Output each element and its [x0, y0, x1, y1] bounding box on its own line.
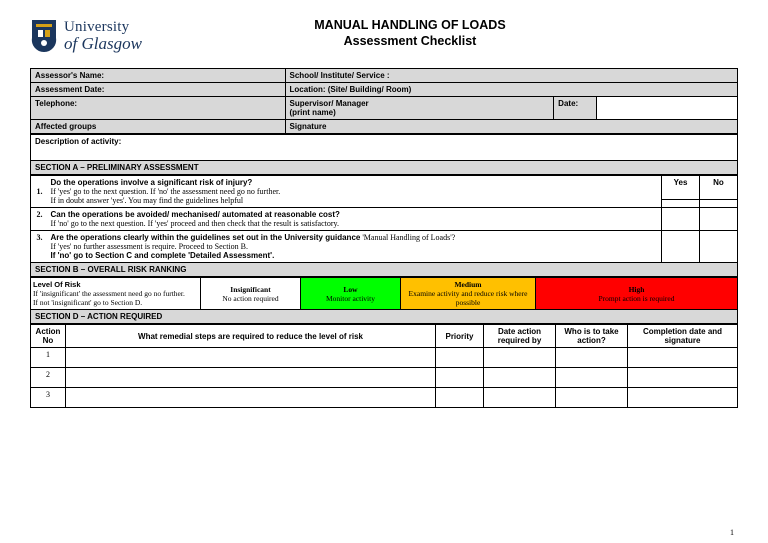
col-priority: Priority	[436, 325, 484, 348]
title-line2: Assessment Checklist	[142, 34, 678, 50]
q3-sub2: If 'no' go to Section C and complete 'De…	[51, 251, 658, 260]
r3-no: 3	[31, 388, 66, 408]
lbl-date2: Date:	[554, 97, 596, 120]
lbl-desc[interactable]: Description of activity:	[31, 135, 738, 161]
section-a-head: SECTION A – PRELIMINARY ASSESSMENT	[31, 161, 738, 175]
q3-num: 3.	[31, 231, 47, 263]
q3-no[interactable]	[700, 231, 738, 263]
lvl-s1: If 'insignificant' the assessment need g…	[33, 289, 198, 298]
q2-yes[interactable]	[662, 208, 700, 231]
insig-s: No action required	[222, 294, 278, 303]
logo-text-bottom: of Glasgow	[64, 35, 142, 52]
risk-low: Low Monitor activity	[301, 278, 401, 310]
col-complete: Completion date and signature	[628, 325, 738, 348]
q1-head: Do the operations involve a significant …	[51, 178, 658, 187]
q2-no[interactable]	[700, 208, 738, 231]
action-table: Action No What remedial steps are requir…	[30, 324, 738, 408]
table-row: 1	[31, 348, 738, 368]
col-who: Who is to take action?	[556, 325, 628, 348]
low-s: Monitor activity	[326, 294, 375, 303]
high-h: High	[629, 285, 645, 294]
col-date-req: Date action required by	[484, 325, 556, 348]
desc-table: Description of activity:	[30, 134, 738, 161]
uni-logo: University of Glasgow	[30, 18, 142, 54]
q3-yes[interactable]	[662, 231, 700, 263]
lbl-supervisor: Supervisor/ Manager (print name)	[285, 97, 554, 120]
low-h: Low	[343, 285, 357, 294]
r2-no: 2	[31, 368, 66, 388]
q3-sub1: If 'yes' no further assessment is requir…	[51, 242, 658, 251]
lbl-tel: Telephone:	[31, 97, 286, 120]
lbl-date: Assessment Date:	[31, 83, 286, 97]
r1-no: 1	[31, 348, 66, 368]
lvl-head: Level Of Risk	[33, 280, 198, 289]
table-row: 2	[31, 368, 738, 388]
q2-head: Can the operations be avoided/ mechanise…	[51, 210, 658, 219]
high-s: Prompt action is required	[598, 294, 674, 303]
meta-table: Assessor's Name: School/ Institute/ Serv…	[30, 68, 738, 134]
lbl-sig: Signature	[285, 120, 737, 134]
lbl-school: School/ Institute/ Service :	[285, 69, 737, 83]
crest-icon	[30, 18, 58, 54]
q3-head: Are the operations clearly within the gu…	[51, 233, 361, 242]
q3-head-it: 'Manual Handling of Loads'?	[360, 233, 455, 242]
q1-sub1: If 'yes' go to the next question. If 'no…	[51, 187, 658, 196]
doc-header: University of Glasgow MANUAL HANDLING OF…	[30, 18, 738, 54]
prelim-table: 1. Do the operations involve a significa…	[30, 175, 738, 263]
page-title: MANUAL HANDLING OF LOADS Assessment Chec…	[142, 18, 738, 49]
col-yes: Yes	[662, 176, 700, 200]
section-b-head: SECTION B – OVERALL RISK RANKING	[31, 263, 738, 277]
col-steps: What remedial steps are required to redu…	[66, 325, 436, 348]
level-cell: Level Of Risk If 'insignificant' the ass…	[31, 278, 201, 310]
title-line1: MANUAL HANDLING OF LOADS	[142, 18, 678, 34]
section-d-head: SECTION D – ACTION REQUIRED	[31, 310, 738, 324]
q1-sub2: If in doubt answer 'yes'. You may find t…	[51, 196, 658, 205]
q1-no[interactable]	[700, 199, 738, 207]
col-no: No	[700, 176, 738, 200]
table-row: 3	[31, 388, 738, 408]
risk-table: Level Of Risk If 'insignificant' the ass…	[30, 277, 738, 310]
med-s: Examine activity and reduce risk where p…	[409, 289, 528, 307]
lvl-s2: If not 'insignificant' go to Section D.	[33, 298, 198, 307]
q2-sub1: If 'no' go to the next question. If 'yes…	[51, 219, 658, 228]
fld-date2[interactable]	[596, 97, 737, 120]
risk-insig: Insignificant No action required	[201, 278, 301, 310]
risk-med: Medium Examine activity and reduce risk …	[401, 278, 536, 310]
q1-yes[interactable]	[662, 199, 700, 207]
col-action-no: Action No	[31, 325, 66, 348]
risk-high: High Prompt action is required	[536, 278, 738, 310]
lbl-groups: Affected groups	[31, 120, 286, 134]
logo-text-top: University	[64, 20, 142, 35]
lbl-assessor: Assessor's Name:	[31, 69, 286, 83]
page-number: 1	[730, 528, 734, 537]
med-h: Medium	[454, 280, 481, 289]
q1-num: 1.	[31, 176, 47, 208]
q2-num: 2.	[31, 208, 47, 231]
insig-h: Insignificant	[230, 285, 270, 294]
lbl-location: Location: (Site/ Building/ Room)	[285, 83, 737, 97]
